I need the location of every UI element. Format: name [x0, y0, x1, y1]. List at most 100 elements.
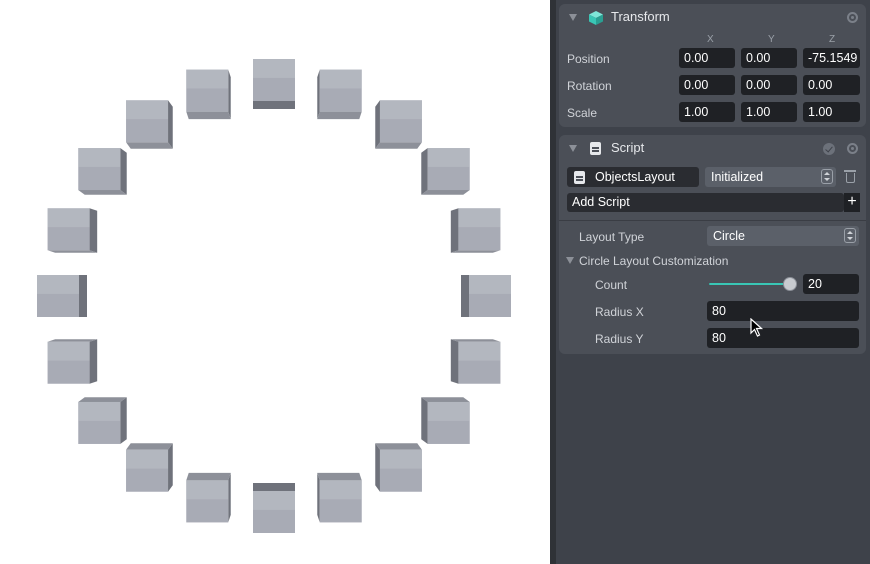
cube-side-face [168, 443, 173, 492]
axis-y-label: Y [768, 34, 775, 45]
cube-side-face [47, 339, 98, 342]
cube-side-face [375, 142, 422, 149]
cube-side-face [317, 472, 320, 523]
position-x-field[interactable]: 0.00 [679, 48, 735, 68]
event-select[interactable]: Initialized [705, 167, 836, 187]
trash-icon[interactable] [844, 170, 856, 183]
scale-y-field[interactable]: 1.00 [741, 102, 797, 122]
add-script-button[interactable]: + [844, 193, 860, 212]
scale-z-field[interactable]: 1.00 [803, 102, 860, 122]
cube-4[interactable] [421, 148, 470, 195]
script-component: Script ObjectsLayout Initialized Add Scr… [559, 135, 866, 354]
gear-icon[interactable] [847, 12, 858, 23]
cube-highlight [126, 100, 169, 120]
cube-highlight [78, 148, 121, 167]
rotation-z-field[interactable]: 0.00 [803, 75, 860, 95]
cube-side-face [421, 148, 428, 195]
slider-fill [709, 283, 790, 285]
cube-highlight [126, 449, 169, 469]
cube-side-face [450, 339, 501, 342]
radius-y-label: Radius Y [595, 332, 644, 346]
cube-highlight [379, 100, 422, 120]
cube-highlight [319, 69, 362, 89]
cube-highlight [458, 341, 501, 361]
cube-side-face [186, 111, 231, 120]
cube-5[interactable] [450, 208, 501, 253]
cube-side-face [126, 443, 173, 450]
rotation-y-field[interactable]: 0.00 [741, 75, 797, 95]
rotation-x-field[interactable]: 0.00 [679, 75, 735, 95]
collapse-triangle-icon[interactable] [566, 257, 574, 264]
layout-type-select[interactable]: Circle [707, 226, 859, 246]
cube-side-face [47, 250, 98, 253]
script-title: Script [611, 140, 645, 155]
position-y-field[interactable]: 0.00 [741, 48, 797, 68]
cube-9[interactable] [375, 443, 422, 492]
transform-component: Transform X Y Z Position 0.00 0.00 -75.1… [559, 4, 866, 127]
cube-side-face [89, 339, 98, 384]
cube-19[interactable] [126, 100, 173, 149]
radius-x-field[interactable]: 80 [707, 301, 859, 321]
axis-z-label: Z [829, 34, 836, 45]
count-label: Count [595, 278, 628, 292]
transform-header[interactable]: Transform [559, 4, 866, 30]
cube-16[interactable] [37, 275, 87, 317]
cube-highlight [427, 401, 470, 421]
scale-x-field[interactable]: 1.00 [679, 102, 735, 122]
count-field[interactable]: 20 [803, 274, 859, 294]
cube-side-face [78, 397, 127, 402]
collapse-triangle-icon[interactable] [569, 14, 577, 21]
radius-y-field[interactable]: 80 [707, 328, 859, 348]
transform-title: Transform [611, 9, 670, 24]
cube-13[interactable] [126, 443, 173, 492]
cube-highlight [78, 401, 121, 421]
scene-canvas [37, 59, 511, 533]
cube-6[interactable] [461, 275, 511, 317]
cube-10[interactable] [317, 472, 362, 523]
cube-highlight [253, 59, 295, 78]
cube-12[interactable] [186, 472, 231, 523]
gear-icon[interactable] [847, 143, 858, 154]
cube-highlight [47, 208, 90, 228]
cube-14[interactable] [78, 397, 127, 444]
add-script-field[interactable]: Add Script [567, 193, 844, 212]
cube-1[interactable] [253, 59, 295, 109]
layout-type-label: Layout Type [579, 230, 645, 244]
cube-17[interactable] [47, 208, 98, 253]
position-z-field[interactable]: -75.1549 [803, 48, 860, 68]
cube-7[interactable] [450, 339, 501, 384]
script-header[interactable]: Script [559, 135, 866, 161]
cube-side-face [89, 208, 98, 253]
radius-x-label: Radius X [595, 305, 644, 319]
scene-viewport[interactable] [0, 0, 550, 564]
cube-highlight [47, 341, 90, 361]
cube-18[interactable] [78, 148, 127, 195]
cube-side-face [168, 100, 173, 149]
cube-20[interactable] [186, 69, 231, 120]
cube-side-face [253, 101, 295, 109]
cube-side-face [79, 275, 87, 317]
cube-side-face [78, 190, 127, 195]
cube-highlight [37, 275, 79, 294]
collapse-triangle-icon[interactable] [569, 145, 577, 152]
script-asset-field[interactable]: ObjectsLayout [567, 167, 699, 187]
circle-group-label: Circle Layout Customization [579, 254, 729, 268]
cube-side-face [317, 69, 320, 120]
cube-2[interactable] [317, 69, 362, 120]
select-arrows-icon [844, 228, 856, 243]
cube-3[interactable] [375, 100, 422, 149]
cube-15[interactable] [47, 339, 98, 384]
document-icon [590, 142, 601, 155]
cube-icon [589, 11, 603, 25]
document-icon [574, 171, 585, 184]
scale-label: Scale [567, 106, 598, 120]
add-script-label: Add Script [572, 195, 630, 209]
slider-knob[interactable] [783, 277, 798, 291]
cube-side-face [375, 443, 422, 450]
cube-11[interactable] [253, 483, 295, 533]
cube-side-face [228, 69, 231, 120]
count-slider[interactable] [709, 274, 798, 294]
check-circle-icon[interactable] [823, 143, 835, 155]
cube-8[interactable] [421, 397, 470, 444]
cube-side-face [375, 443, 380, 492]
